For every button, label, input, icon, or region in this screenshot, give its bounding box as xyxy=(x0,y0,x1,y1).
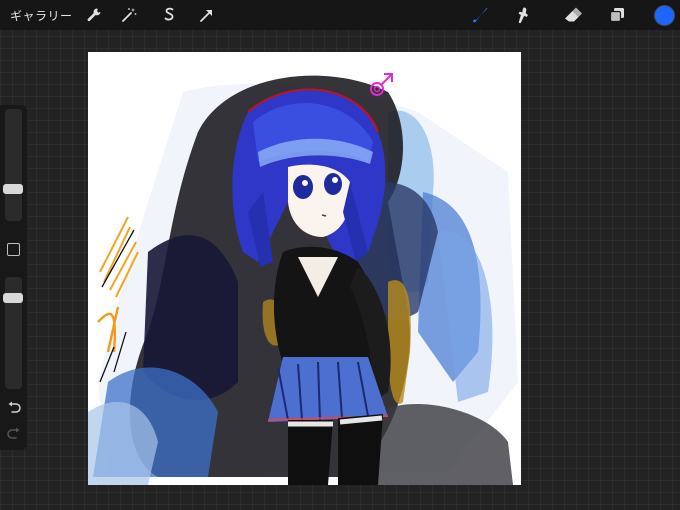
selection-icon[interactable] xyxy=(159,5,179,25)
opacity-slider-thumb[interactable] xyxy=(3,293,23,303)
gallery-button[interactable]: ギャラリー xyxy=(10,7,73,24)
opacity-slider[interactable] xyxy=(3,277,23,389)
brush-size-slider-thumb[interactable] xyxy=(3,184,23,194)
smudge-icon[interactable] xyxy=(513,5,533,25)
artwork-illustration xyxy=(88,73,518,485)
top-toolbar: ギャラリー xyxy=(0,0,680,30)
left-sidebar xyxy=(0,105,27,450)
modify-square-icon[interactable] xyxy=(7,243,20,256)
layers-icon[interactable] xyxy=(607,5,627,25)
brush-icon[interactable] xyxy=(470,5,490,25)
eraser-icon[interactable] xyxy=(562,5,582,25)
undo-icon[interactable] xyxy=(6,400,22,414)
magic-wand-icon[interactable] xyxy=(119,5,139,25)
brush-size-slider[interactable] xyxy=(3,109,23,221)
color-picker-button[interactable] xyxy=(654,5,675,26)
drawing-canvas[interactable] xyxy=(88,52,521,485)
transform-arrow-icon[interactable] xyxy=(197,5,217,25)
redo-icon[interactable] xyxy=(6,426,22,440)
wrench-icon[interactable] xyxy=(84,5,104,25)
